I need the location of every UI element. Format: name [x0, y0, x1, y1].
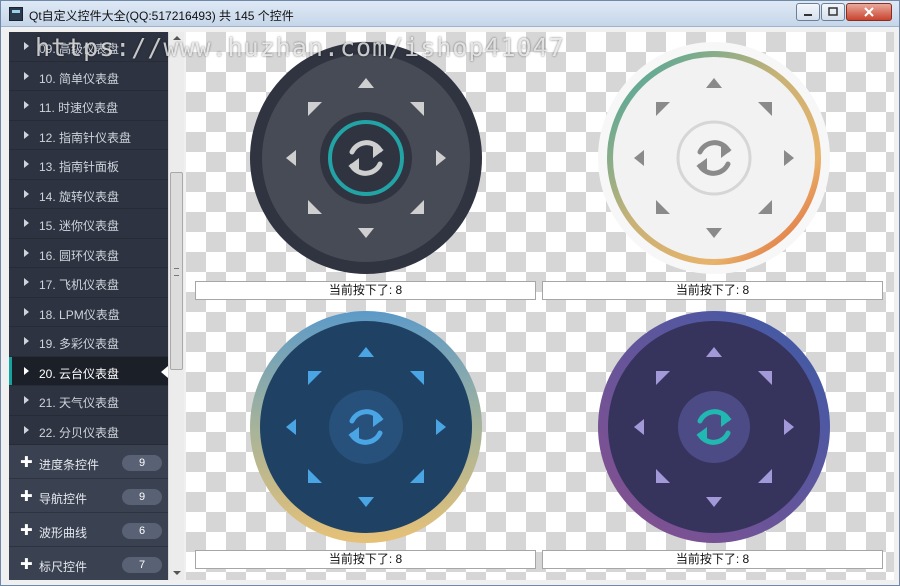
ptz-gauge-blue[interactable] — [248, 309, 484, 545]
group-label: 波形曲线 — [39, 526, 88, 540]
sidebar-item-label: 14. 旋转仪表盘 — [39, 189, 120, 204]
caret-right-icon — [24, 425, 29, 434]
maximize-button[interactable] — [821, 3, 845, 21]
sidebar-item-label: 15. 迷你仪表盘 — [39, 219, 120, 233]
sidebar-item-20-selected[interactable]: 20. 云台仪表盘 — [9, 356, 168, 386]
minimize-button[interactable] — [796, 3, 820, 21]
status-label-2: 当前按下了: 8 — [542, 281, 883, 300]
app-icon — [9, 7, 23, 21]
sidebar-item-21[interactable]: 21. 天气仪表盘 — [9, 386, 168, 416]
sidebar-item-label: 22. 分贝仪表盘 — [39, 425, 120, 440]
sidebar-item-22[interactable]: 22. 分贝仪表盘 — [9, 416, 168, 445]
sidebar-item-label: 13. 指南针面板 — [39, 160, 120, 174]
caret-right-icon — [24, 366, 29, 375]
group-count-badge: 7 — [122, 557, 162, 573]
plus-icon: ✚ — [20, 454, 33, 471]
scrollbar-thumb[interactable] — [170, 172, 183, 370]
plus-icon: ✚ — [20, 556, 33, 573]
close-icon — [864, 7, 874, 17]
sidebar-item-label: 17. 飞机仪表盘 — [39, 278, 120, 292]
sidebar-item-label: 18. LPM仪表盘 — [39, 307, 120, 322]
group-count-badge: 9 — [122, 455, 162, 471]
sidebar-item-label: 20. 云台仪表盘 — [39, 366, 120, 381]
plus-icon: ✚ — [20, 488, 33, 505]
caret-right-icon — [24, 307, 29, 316]
sidebar-item-label: 09. 高级仪表盘 — [39, 42, 120, 56]
title-bar[interactable]: Qt自定义控件大全(QQ:517216493) 共 145 个控件 — [1, 1, 899, 27]
sidebar-item-11[interactable]: 11. 时速仪表盘 — [9, 91, 168, 121]
group-navigation[interactable]: ✚ 导航控件 9 — [9, 479, 168, 513]
caret-right-icon — [24, 396, 29, 404]
caret-right-icon — [24, 42, 29, 50]
gauge-center-ring — [676, 120, 752, 196]
caret-right-icon — [24, 101, 29, 109]
caret-right-icon — [24, 337, 29, 345]
group-waveform[interactable]: ✚ 波形曲线 6 — [9, 513, 168, 547]
sidebar-item-label: 21. 天气仪表盘 — [39, 396, 120, 410]
ptz-gauge-purple[interactable] — [596, 309, 832, 545]
group-label: 标尺控件 — [39, 560, 88, 574]
sidebar-item-label: 10. 简单仪表盘 — [39, 71, 120, 86]
caret-right-icon — [24, 278, 29, 286]
close-button[interactable] — [846, 3, 892, 21]
caret-right-icon — [24, 219, 29, 227]
minimize-icon — [804, 14, 812, 16]
sidebar-scrollbar[interactable] — [168, 32, 184, 580]
sidebar-item-label: 11. 时速仪表盘 — [39, 101, 119, 115]
status-label-4: 当前按下了: 8 — [542, 550, 883, 569]
group-label: 导航控件 — [39, 492, 88, 506]
scroll-up-icon[interactable] — [173, 36, 181, 40]
plus-icon: ✚ — [20, 522, 33, 539]
group-ruler[interactable]: ✚ 标尺控件 7 — [9, 547, 168, 580]
caret-right-icon — [24, 248, 29, 257]
sidebar-item-18[interactable]: 18. LPM仪表盘 — [9, 298, 168, 327]
sidebar-item-label: 12. 指南针仪表盘 — [39, 130, 132, 145]
group-progress[interactable]: ✚ 进度条控件 9 — [9, 445, 168, 479]
caret-right-icon — [24, 160, 29, 168]
gauge-center-base — [320, 112, 412, 204]
caret-right-icon — [24, 130, 29, 139]
maximize-icon — [828, 7, 838, 16]
sidebar-item-label: 16. 圆环仪表盘 — [39, 248, 120, 263]
sidebar-nav: 09. 高级仪表盘 10. 简单仪表盘 11. 时速仪表盘 12. 指南针仪表盘… — [9, 32, 168, 580]
window-title: Qt自定义控件大全(QQ:517216493) 共 145 个控件 — [29, 9, 294, 23]
status-label-1: 当前按下了: 8 — [195, 281, 536, 300]
status-label-3: 当前按下了: 8 — [195, 550, 536, 569]
sidebar-item-14[interactable]: 14. 旋转仪表盘 — [9, 180, 168, 209]
gauge-panel: 当前按下了: 8 当前按下了: 8 当前按下了: 8 当前按下了: 8 — [186, 32, 894, 580]
gauge-center-base — [329, 390, 403, 464]
group-count-badge: 6 — [122, 523, 162, 539]
sidebar-item-19[interactable]: 19. 多彩仪表盘 — [9, 327, 168, 357]
ptz-gauge-light[interactable] — [596, 40, 832, 276]
sidebar-item-13[interactable]: 13. 指南针面板 — [9, 150, 168, 180]
caret-right-icon — [24, 189, 29, 198]
sidebar-item-12[interactable]: 12. 指南针仪表盘 — [9, 121, 168, 150]
caret-right-icon — [24, 71, 29, 80]
sidebar-item-17[interactable]: 17. 飞机仪表盘 — [9, 268, 168, 298]
sidebar-item-16[interactable]: 16. 圆环仪表盘 — [9, 239, 168, 268]
group-count-badge: 9 — [122, 489, 162, 505]
sidebar-item-label: 19. 多彩仪表盘 — [39, 337, 120, 351]
ptz-gauge-dark[interactable] — [248, 40, 484, 276]
app-window: Qt自定义控件大全(QQ:517216493) 共 145 个控件 09. 高级… — [0, 0, 900, 586]
sidebar-item-09[interactable]: 09. 高级仪表盘 — [9, 32, 168, 62]
sidebar-item-15[interactable]: 15. 迷你仪表盘 — [9, 209, 168, 239]
sidebar-item-10[interactable]: 10. 简单仪表盘 — [9, 62, 168, 91]
gauge-center-base — [678, 391, 750, 463]
group-label: 进度条控件 — [39, 458, 100, 472]
scroll-down-icon[interactable] — [173, 571, 181, 575]
